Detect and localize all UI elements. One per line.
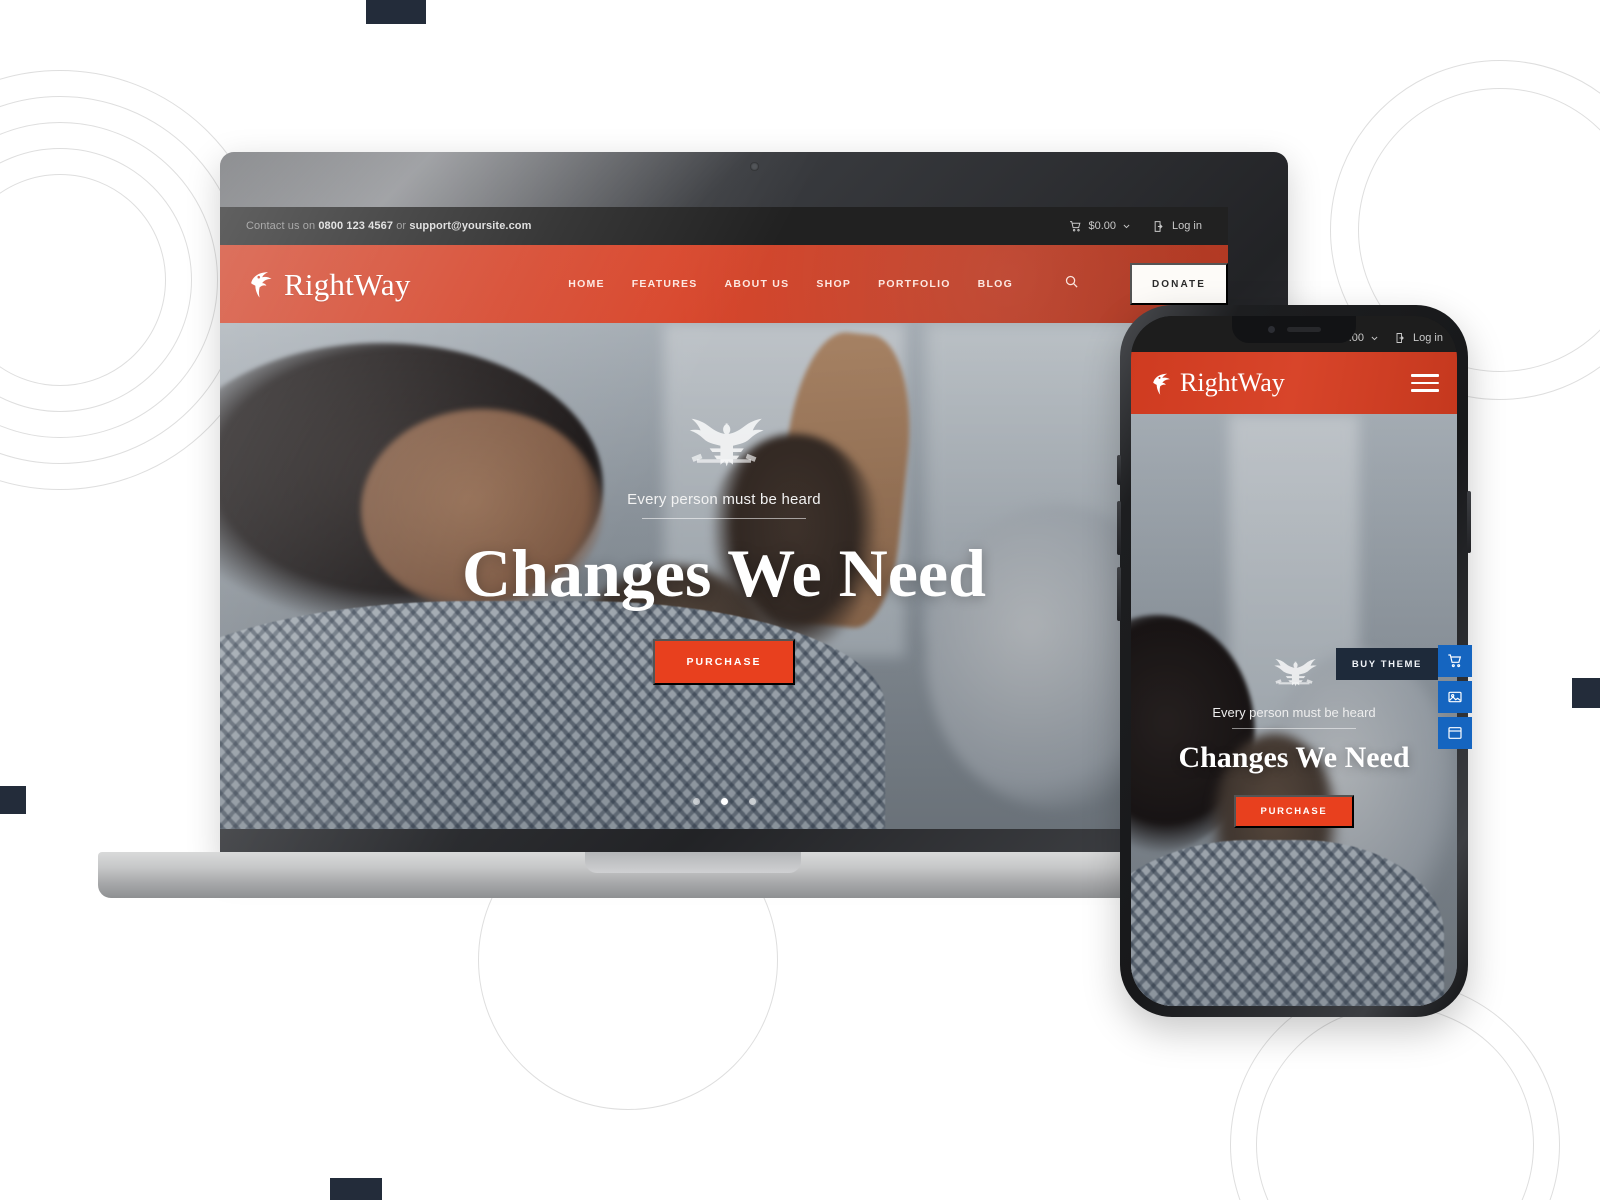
phone-volume-up-button — [1117, 501, 1121, 555]
phone-mute-switch — [1117, 455, 1121, 485]
contact-info: Contact us on 0800 123 4567 or support@y… — [246, 220, 532, 232]
contact-email[interactable]: support@yoursite.com — [409, 220, 531, 232]
phone-volume-down-button — [1117, 567, 1121, 621]
phone-notch — [1232, 316, 1356, 343]
nav-item-shop[interactable]: SHOP — [816, 278, 851, 290]
carousel-dot-3[interactable] — [748, 798, 756, 805]
decorative-square-bottom — [330, 1178, 382, 1200]
nav-item-portfolio[interactable]: PORTFOLIO — [878, 278, 951, 290]
mobile-logo-text: RightWay — [1180, 367, 1285, 397]
utility-bar-actions: $0.00 Log in — [1069, 220, 1202, 233]
cart-widget[interactable]: $0.00 — [1069, 220, 1131, 233]
donate-button[interactable]: DONATE — [1130, 263, 1228, 305]
login-icon — [1395, 332, 1407, 344]
phone-power-button — [1467, 491, 1471, 553]
nav-item-features[interactable]: FEATURES — [632, 278, 698, 290]
mockup-scene: Contact us on 0800 123 4567 or support@y… — [0, 0, 1600, 1200]
eagle-emblem-icon — [1263, 652, 1325, 694]
phone-camera-icon — [1267, 326, 1275, 333]
buy-theme-tooltip: BUY THEME — [1335, 648, 1438, 680]
login-icon — [1153, 220, 1166, 233]
decorative-square-top — [366, 0, 426, 24]
carousel-dot-1[interactable] — [692, 798, 700, 805]
login-label: Log in — [1172, 220, 1202, 232]
desktop-hero: Every person must be heard Changes We Ne… — [220, 323, 1228, 829]
laptop-base — [98, 852, 1288, 898]
eagle-head-icon — [1149, 371, 1177, 396]
decorative-square-left — [0, 786, 26, 814]
chevron-down-icon — [1122, 222, 1131, 231]
eagle-emblem-icon — [669, 407, 779, 479]
login-link[interactable]: Log in — [1153, 220, 1202, 233]
mobile-navbar: RightWay — [1131, 352, 1457, 414]
chevron-down-icon — [1370, 334, 1379, 343]
hamburger-menu-icon[interactable] — [1411, 369, 1439, 397]
mobile-site-logo[interactable]: RightWay — [1149, 367, 1285, 397]
browser-window-icon[interactable] — [1438, 717, 1472, 749]
nav-item-blog[interactable]: BLOG — [978, 278, 1013, 290]
desktop-utility-bar: Contact us on 0800 123 4567 or support@y… — [220, 207, 1228, 245]
contact-phone[interactable]: 0800 123 4567 — [318, 220, 393, 232]
cart-amount: $0.00 — [1088, 220, 1117, 232]
hero-subtitle: Every person must be heard — [627, 491, 821, 519]
logo-text: RightWay — [284, 266, 411, 302]
buy-theme-widget: BUY THEME — [1335, 645, 1472, 749]
purchase-button[interactable]: PURCHASE — [653, 639, 795, 686]
nav-item-home[interactable]: HOME — [568, 278, 605, 290]
eagle-head-icon — [246, 269, 280, 299]
laptop-screen: Contact us on 0800 123 4567 or support@y… — [220, 207, 1228, 829]
laptop-webcam-icon — [749, 162, 759, 171]
nav-item-about-us[interactable]: ABOUT US — [725, 278, 790, 290]
hero-content: Every person must be heard Changes We Ne… — [220, 407, 1228, 686]
hero-title: Changes We Need — [462, 535, 986, 611]
phone-speaker-icon — [1286, 327, 1321, 332]
desktop-navbar: RightWay HOME FEATURES ABOUT US SHOP POR… — [220, 245, 1228, 323]
desktop-website: Contact us on 0800 123 4567 or support@y… — [220, 207, 1228, 829]
mobile-login-label: Log in — [1413, 332, 1443, 344]
decorative-square-right — [1572, 678, 1600, 708]
laptop-device: Contact us on 0800 123 4567 or support@y… — [98, 152, 1288, 912]
image-icon[interactable] — [1438, 681, 1472, 713]
phone-device: $0.00 Log in — [1117, 305, 1472, 1017]
carousel-dots — [220, 798, 1228, 805]
buy-theme-buttons — [1438, 645, 1472, 749]
carousel-dot-2[interactable] — [720, 798, 728, 805]
contact-prefix: Contact us on — [246, 220, 316, 232]
mobile-purchase-button[interactable]: PURCHASE — [1234, 795, 1354, 828]
shopping-cart-icon[interactable] — [1438, 645, 1472, 677]
main-navigation: HOME FEATURES ABOUT US SHOP PORTFOLIO BL… — [568, 263, 1228, 305]
search-icon[interactable] — [1064, 274, 1079, 294]
site-logo[interactable]: RightWay — [246, 266, 411, 302]
cart-icon — [1069, 220, 1082, 233]
mobile-login-link[interactable]: Log in — [1395, 332, 1443, 344]
contact-conjunction: or — [396, 220, 407, 232]
